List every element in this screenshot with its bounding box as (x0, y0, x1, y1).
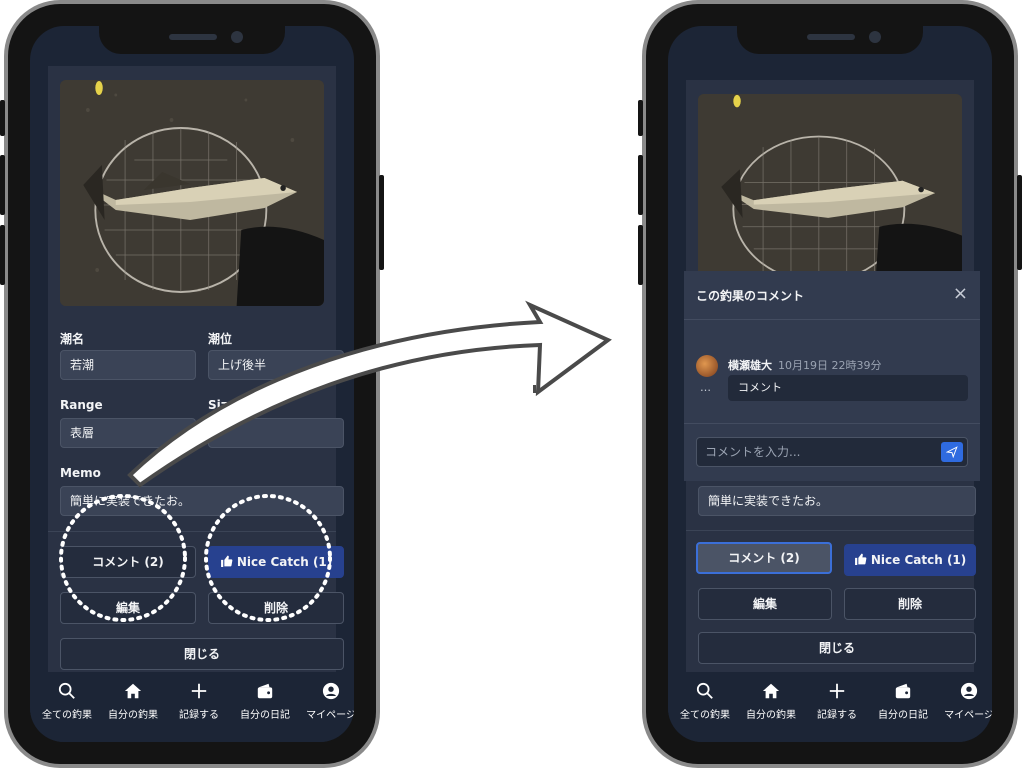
tide-name-label: 潮名 (60, 332, 85, 346)
close-button[interactable]: 閉じる (60, 638, 344, 670)
nav-record[interactable]: 記録する (166, 680, 232, 721)
divider (686, 530, 974, 531)
nav-label: 自分の日記 (878, 710, 928, 721)
nav-label: 全ての釣果 (680, 710, 730, 721)
size-label: Size (208, 398, 236, 412)
comment-item: … 横瀬雄大 10月19日 22時39分 コメント (696, 353, 968, 413)
close-button[interactable]: 閉じる (698, 632, 976, 664)
nice-catch-label: Nice Catch (1) (870, 553, 967, 567)
delete-button[interactable]: 削除 (208, 592, 344, 624)
close-icon[interactable]: × (953, 283, 968, 304)
nice-catch-button[interactable]: Nice Catch (1) (208, 546, 344, 578)
search-icon (672, 680, 738, 702)
wallet-icon (232, 680, 298, 702)
nav-label: 記録する (817, 710, 857, 721)
bottom-nav: 全ての釣果 自分の釣果 記録する 自分の日記 マイページ (668, 672, 992, 742)
comment-user: 横瀬雄大 (728, 359, 772, 372)
tide-level-field: 上げ後半 (208, 350, 344, 380)
right-phone: 簡単に実装できたお。 コメント (2) Nice Catch (1) 編集 削除… (638, 0, 1022, 768)
comment-text: コメント (728, 375, 968, 401)
catch-photo (60, 80, 324, 306)
nav-label: 自分の釣果 (746, 710, 796, 721)
comment-time: 10月19日 22時39分 (778, 359, 882, 372)
nice-catch-label: Nice Catch (1) (236, 555, 333, 569)
send-icon[interactable] (941, 442, 963, 462)
edit-button[interactable]: 編集 (60, 592, 196, 624)
delete-button[interactable]: 削除 (844, 588, 976, 620)
nav-all-catches[interactable]: 全ての釣果 (34, 680, 100, 721)
nav-my-page[interactable]: マイページ (298, 680, 354, 721)
plus-icon (804, 680, 870, 702)
comment-input[interactable]: コメントを入力... (696, 437, 968, 467)
left-phone: 潮名 潮位 若潮 上げ後半 Range Size 表層 Memo 簡単に実装でき… (0, 0, 384, 768)
nav-record[interactable]: 記録する (804, 680, 870, 721)
thumbs-up-icon (220, 555, 237, 569)
tide-name-field: 若潮 (60, 350, 196, 380)
comments-modal: この釣果のコメント × … 横瀬雄大 10月19日 22時39分 コメント コメ… (684, 271, 980, 481)
plus-icon (166, 680, 232, 702)
nav-label: 全ての釣果 (42, 710, 92, 721)
user-icon (298, 680, 354, 702)
nav-my-diary[interactable]: 自分の日記 (870, 680, 936, 721)
divider (48, 531, 336, 532)
size-field (208, 418, 344, 448)
right-screen: 簡単に実装できたお。 コメント (2) Nice Catch (1) 編集 削除… (668, 26, 992, 742)
left-screen: 潮名 潮位 若潮 上げ後半 Range Size 表層 Memo 簡単に実装でき… (30, 26, 354, 742)
nav-label: 記録する (179, 710, 219, 721)
nav-my-catches[interactable]: 自分の釣果 (100, 680, 166, 721)
range-field: 表層 (60, 418, 196, 448)
nav-all-catches[interactable]: 全ての釣果 (672, 680, 738, 721)
range-label: Range (60, 398, 103, 412)
comment-input-placeholder: コメントを入力... (705, 445, 801, 459)
more-icon[interactable]: … (700, 381, 711, 394)
memo-field: 簡単に実装できたお。 (60, 486, 344, 516)
nice-catch-button[interactable]: Nice Catch (1) (844, 544, 976, 576)
notch (737, 26, 923, 54)
catch-photo (698, 94, 962, 294)
comment-button[interactable]: コメント (2) (60, 546, 196, 578)
bottom-nav: 全ての釣果 自分の釣果 記録する 自分の日記 マイページ (30, 672, 354, 742)
nav-label: マイページ (944, 710, 992, 721)
catch-detail-card: 潮名 潮位 若潮 上げ後半 Range Size 表層 Memo 簡単に実装でき… (48, 66, 344, 672)
memo-label: Memo (60, 466, 101, 480)
home-icon (100, 680, 166, 702)
nav-my-page[interactable]: マイページ (936, 680, 992, 721)
nav-my-diary[interactable]: 自分の日記 (232, 680, 298, 721)
avatar (696, 355, 718, 377)
edit-button[interactable]: 編集 (698, 588, 832, 620)
modal-title: この釣果のコメント (696, 289, 805, 303)
tide-level-label: 潮位 (208, 332, 233, 346)
nav-label: マイページ (306, 710, 354, 721)
comment-button[interactable]: コメント (2) (696, 542, 832, 574)
search-icon (34, 680, 100, 702)
divider (684, 423, 980, 424)
wallet-icon (870, 680, 936, 702)
user-icon (936, 680, 992, 702)
nav-label: 自分の釣果 (108, 710, 158, 721)
nav-my-catches[interactable]: 自分の釣果 (738, 680, 804, 721)
nav-label: 自分の日記 (240, 710, 290, 721)
memo-field: 簡単に実装できたお。 (698, 486, 976, 516)
modal-header: この釣果のコメント × (684, 271, 980, 320)
notch (99, 26, 285, 54)
home-icon (738, 680, 804, 702)
thumbs-up-icon (854, 553, 871, 567)
